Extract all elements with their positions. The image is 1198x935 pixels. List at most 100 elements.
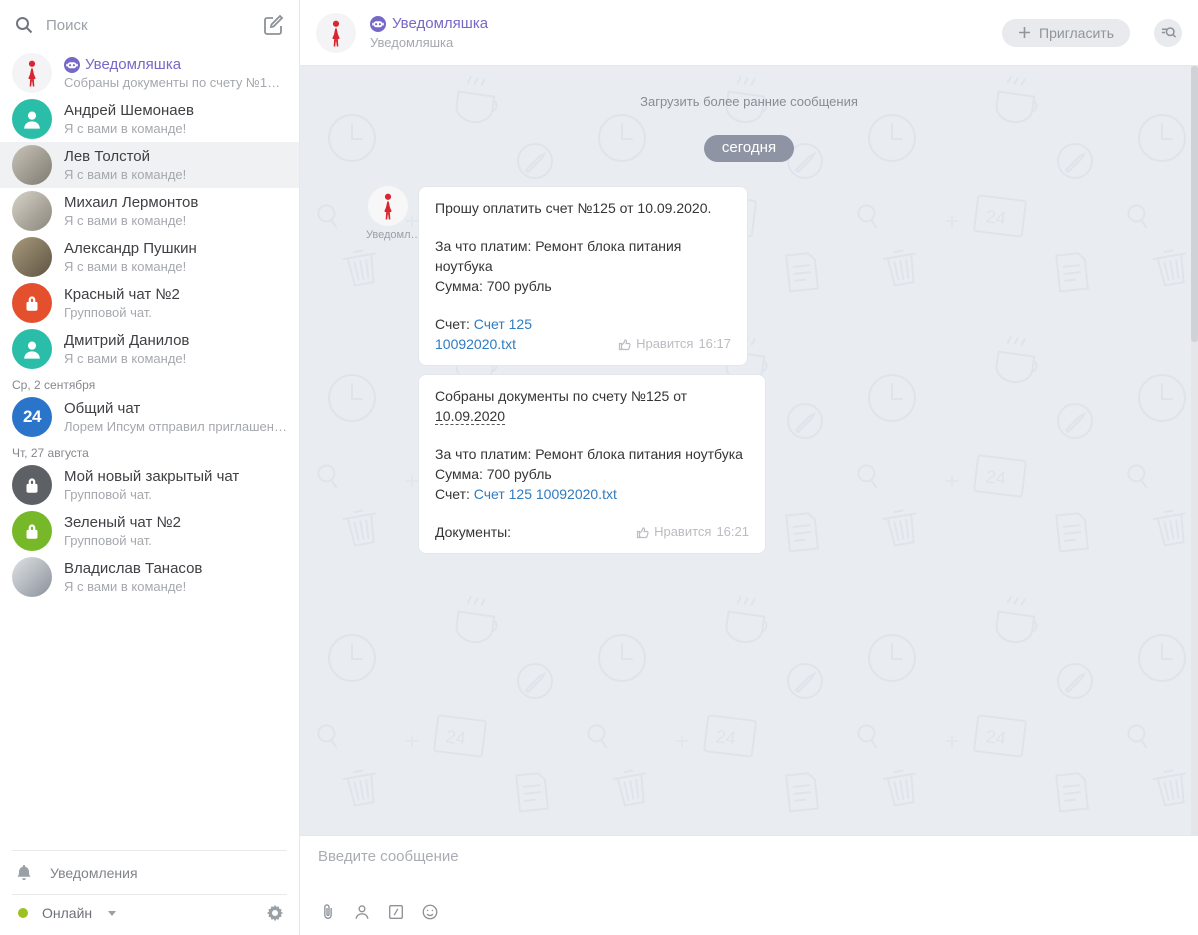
attach-file-icon[interactable] [318,902,338,922]
chat-preview: Я с вами в команде! [64,121,187,136]
underlined-date[interactable]: 10.09.2020 [435,408,506,425]
avatar [12,557,52,597]
chat-preview: Лорем Ипсум отправил приглашен… [64,419,287,434]
date-divider: Ср, 2 сентября [12,378,96,392]
invoice-file-link[interactable]: Счет 125 10092020.txt [474,486,617,502]
sidebar-item-closed-chat[interactable]: Мой новый закрытый чат Групповой чат. [0,462,299,508]
chat-name: Михаил Лермонтов [64,194,199,211]
message-input[interactable] [318,848,1180,899]
online-status-dot [18,908,28,918]
chat-name: Красный чат №2 [64,286,180,303]
chat-preview: Я с вами в команде! [64,167,187,182]
sidebar-item-lermontov[interactable]: Михаил Лермонтов Я с вами в команде! [0,188,299,234]
sidebar-search-bar [0,0,299,50]
chat-preview: Я с вами в команде! [64,213,187,228]
compose-new-message-icon[interactable] [261,13,285,37]
sidebar-item-uvedomlyashka[interactable]: Уведомляшка Собраны документы по счету №… [0,50,299,96]
message-text: За что платим: Ремонт блока питания ноут… [435,238,682,274]
chat-name: Дмитрий Данилов [64,332,190,349]
message-text: Счет: Счет 125 10092020.txt [435,316,532,352]
bell-icon [17,864,31,880]
chat-panel: Уведомляшка Уведомляшка Пригласить Загру… [300,0,1198,935]
message-text: Сумма: 700 рубль [435,278,552,294]
avatar: 24 [12,397,52,437]
command-icon[interactable] [386,902,406,922]
sidebar-item-shemonaev[interactable]: Андрей Шемонаев Я с вами в команде! [0,96,299,142]
message-text: Собраны документы по счету №125 от 10.09… [435,388,688,425]
day-badge: сегодня [703,135,795,162]
sidebar-item-pushkin[interactable]: Александр Пушкин Я с вами в команде! [0,234,299,280]
message-thread: 24 [300,66,1198,835]
sidebar-item-danilov[interactable]: Дмитрий Данилов Я с вами в команде! [0,326,299,372]
avatar-badge-24: 24 [23,407,41,426]
like-button[interactable]: Нравится [636,522,711,542]
chat-name: Андрей Шемонаев [64,102,194,119]
message-composer [300,835,1198,935]
date-divider: Чт, 27 августа [12,446,89,460]
search-messages-icon [1161,27,1176,38]
chat-name: Лев Толстой [64,148,151,165]
avatar [12,53,52,93]
chat-name: Уведомляшка [85,56,182,73]
emoji-icon[interactable] [420,902,440,922]
chat-title[interactable]: Уведомляшка [392,14,488,34]
like-button[interactable]: Нравится [618,334,693,354]
status-row: Онлайн [0,895,299,935]
chat-name: Владислав Танасов [64,560,203,577]
chat-preview: Я с вами в команде! [64,259,187,274]
load-earlier-messages-link[interactable]: Загрузить более ранние сообщения [300,94,1198,109]
chat-header: Уведомляшка Уведомляшка Пригласить [300,0,1198,66]
chat-preview: Групповой чат. [64,533,152,548]
chat-preview: Групповой чат. [64,487,152,502]
plus-icon [1019,27,1031,38]
sidebar-item-tolstoy[interactable]: Лев Толстой Я с вами в команде! [0,142,299,188]
message-bubble: Собраны документы по счету №125 от 10.09… [418,374,766,554]
bot-badge-icon [370,16,386,32]
avatar [12,145,52,185]
status-label[interactable]: Онлайн [42,905,92,921]
message-text: Счет: Счет 125 10092020.txt [435,486,617,502]
chat-preview: Я с вами в команде! [64,351,187,366]
chat-name: Общий чат [64,400,141,417]
chat-header-avatar[interactable] [316,12,356,53]
sidebar: Уведомляшка Собраны документы по счету №… [0,0,300,935]
chevron-down-icon[interactable] [108,910,117,916]
message-time: 16:21 [716,524,749,539]
avatar-lock-icon [12,465,52,505]
message-time: 16:17 [698,336,731,351]
sidebar-item-tanasov[interactable]: Владислав Танасов Я с вами в команде! [0,554,299,600]
message-text: Прошу оплатить счет №125 от 10.09.2020. [435,200,712,216]
search-in-chat-button[interactable] [1154,18,1182,47]
search-input[interactable] [46,16,249,34]
message-text: Документы: [435,524,512,540]
scrollbar-track[interactable] [1191,66,1198,835]
chat-preview: Групповой чат. [64,305,152,320]
avatar [12,329,52,369]
bot-badge-icon [64,56,80,73]
search-icon [16,17,33,34]
chat-name: Зеленый чат №2 [64,514,181,531]
message-sender-avatar[interactable] [368,186,408,226]
avatar [12,237,52,277]
mention-contact-icon[interactable] [352,902,372,922]
thumbs-up-icon [636,527,649,539]
sidebar-item-green-chat[interactable]: Зеленый чат №2 Групповой чат. [0,508,299,554]
message-row: Собраны документы по счету №125 от 10.09… [300,374,1198,554]
sidebar-item-obschiy-chat[interactable]: 24 Общий чат Лорем Ипсум отправил пригла… [0,394,299,440]
messenger-app: Уведомляшка Собраны документы по счету №… [0,0,1198,935]
settings-gear-icon[interactable] [265,903,285,923]
notifications-row[interactable]: Уведомления [0,851,299,894]
message-text: За что платим: Ремонт блока питания ноут… [435,446,743,462]
notifications-label: Уведомления [50,864,138,881]
chat-preview: Собраны документы по счету №12… [64,75,287,90]
message-sender-name: Уведомл… [366,229,422,241]
message-text: Сумма: 700 рубль [435,466,552,482]
chat-list: Уведомляшка Собраны документы по счету №… [0,50,299,850]
avatar-lock-icon [12,511,52,551]
avatar-lock-icon [12,283,52,323]
chat-name: Александр Пушкин [64,240,197,257]
sidebar-item-red-chat[interactable]: Красный чат №2 Групповой чат. [0,280,299,326]
invite-button[interactable]: Пригласить [1002,18,1130,47]
scrollbar-thumb[interactable] [1191,66,1198,342]
sidebar-footer: Уведомления Онлайн [0,850,299,935]
